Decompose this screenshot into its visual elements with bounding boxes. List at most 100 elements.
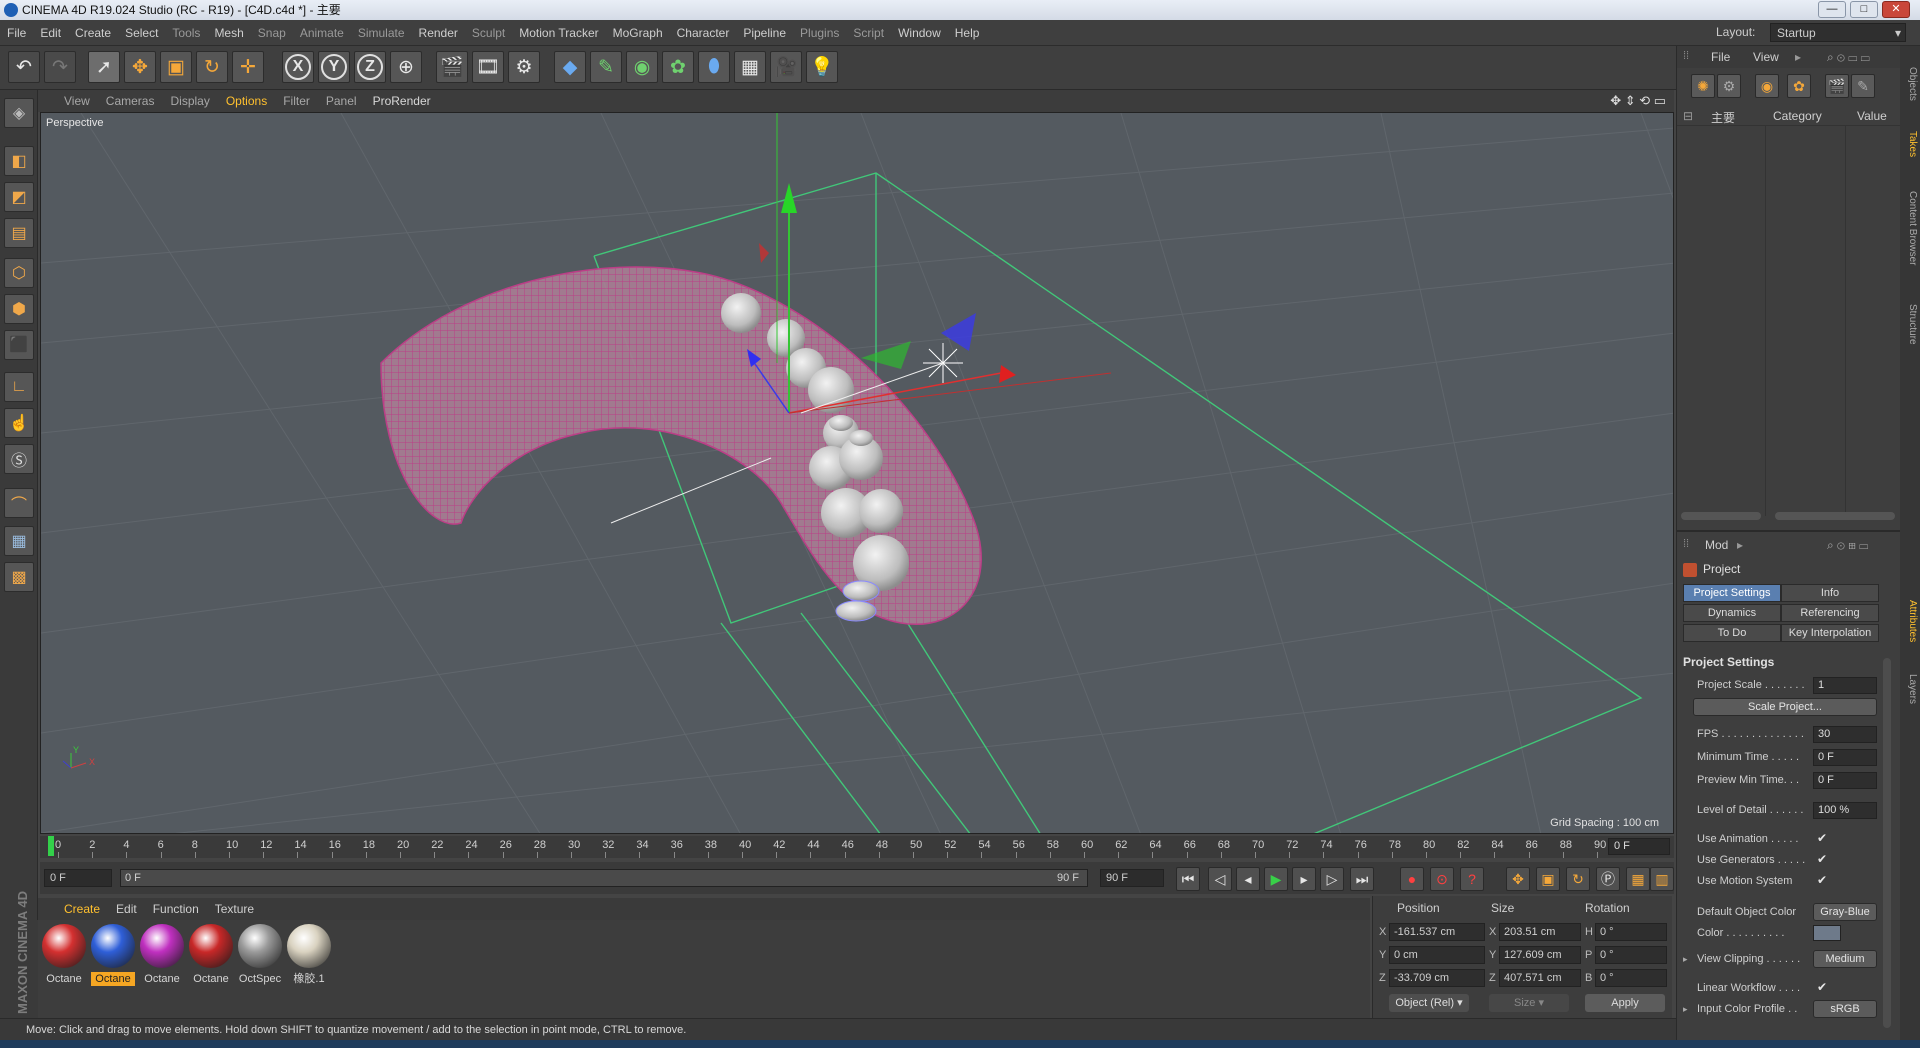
object-menu-file[interactable]: File [1711, 50, 1730, 64]
material-swatch[interactable]: Octane [91, 924, 135, 986]
column-category[interactable]: Category [1773, 109, 1822, 123]
keyframe-selection-icon[interactable]: ? [1460, 867, 1484, 891]
y-axis-lock-icon[interactable]: Y [318, 51, 350, 83]
default-object-color-dropdown[interactable]: Gray-Blue [1813, 903, 1877, 921]
material-menu-edit[interactable]: Edit [108, 898, 145, 920]
perspective-viewport[interactable]: Y X Perspective Grid Spacing : 100 cm [40, 112, 1674, 834]
z-axis-lock-icon[interactable]: Z [354, 51, 386, 83]
viewport-nav-icons[interactable]: ✥ ⇕ ⟲ ▭ [1610, 93, 1666, 109]
timeline-ruler[interactable]: 0 2 4 6 8 10 12 14 16 18 20 22 24 26 28 30 32 34 36 38 40 42 4… [40, 836, 1674, 858]
menu-character[interactable]: Character [670, 20, 737, 46]
cloner-icon[interactable]: ✿ [662, 51, 694, 83]
rot-b-field[interactable]: 0 ° [1595, 969, 1667, 987]
menu-tools[interactable]: Tools [165, 20, 207, 46]
undo-icon[interactable]: ↶ [8, 51, 40, 83]
column-value[interactable]: Value [1857, 109, 1887, 123]
expand-arrow-icon[interactable]: ▸ [1683, 1004, 1688, 1015]
record-active-icon[interactable]: ● [1400, 867, 1424, 891]
octane-render-icon[interactable]: ✺ [1691, 74, 1715, 98]
end-frame-field[interactable]: 90 F [1100, 869, 1164, 887]
material-swatch[interactable]: Octane [189, 924, 233, 986]
object-hscroll-left[interactable] [1681, 512, 1761, 520]
material-swatch[interactable]: 橡胶.1 [287, 924, 331, 986]
more-arrow-icon[interactable]: ▸ [1737, 538, 1743, 552]
use-animation-checkbox[interactable]: ✔ [1817, 831, 1827, 845]
viewport-menu-options[interactable]: Options [218, 90, 275, 112]
goto-start-icon[interactable]: ⏮ [1176, 867, 1200, 891]
octane-tools-icon[interactable]: ✎ [1851, 74, 1875, 98]
tab-dynamics[interactable]: Dynamics [1683, 604, 1781, 622]
use-motion-system-checkbox[interactable]: ✔ [1817, 873, 1827, 887]
viewport-menu-display[interactable]: Display [162, 90, 217, 112]
key-position-icon[interactable]: ✥ [1506, 867, 1530, 891]
menu-motion-tracker[interactable]: Motion Tracker [512, 20, 605, 46]
viewport-menu-filter[interactable]: Filter [275, 90, 318, 112]
key-parameter-icon[interactable]: Ⓟ [1596, 867, 1620, 891]
polygons-mode-icon[interactable]: ⬛ [4, 330, 34, 360]
render-settings-icon[interactable]: ⚙ [508, 51, 540, 83]
move-icon[interactable]: ✥ [124, 51, 156, 83]
rot-p-field[interactable]: 0 ° [1595, 946, 1667, 964]
make-editable-icon[interactable]: ◈ [4, 98, 34, 128]
autokey-icon[interactable]: ⊙ [1430, 867, 1454, 891]
attribute-nav-icons[interactable]: ⌕ ⊙ ⊞ ▭ [1827, 538, 1868, 553]
material-swatch[interactable]: Octane [140, 924, 184, 986]
planar-workplane-icon[interactable]: ▩ [4, 562, 34, 592]
pos-x-field[interactable]: -161.537 cm [1389, 923, 1485, 941]
subdivision-icon[interactable]: ◉ [626, 51, 658, 83]
menu-snap[interactable]: Snap [251, 20, 293, 46]
level-of-detail-field[interactable]: 100 % [1813, 802, 1877, 819]
tab-project-settings[interactable]: Project Settings [1683, 584, 1781, 602]
maximize-button[interactable]: □ [1850, 1, 1878, 18]
prev-frame-icon[interactable]: ◂ [1236, 867, 1260, 891]
attribute-mode-menu[interactable]: Mod [1705, 538, 1728, 552]
material-swatch[interactable]: Octane [42, 924, 86, 986]
transform-icon[interactable]: ✛ [232, 51, 264, 83]
workplane-mode-icon[interactable]: ▤ [4, 218, 34, 248]
linear-workflow-checkbox[interactable]: ✔ [1817, 980, 1827, 994]
object-hscroll-right[interactable] [1775, 512, 1895, 520]
tab-layers[interactable]: Layers [1902, 664, 1918, 714]
scale-project-button[interactable]: Scale Project... [1693, 698, 1877, 716]
input-color-profile-dropdown[interactable]: sRGB [1813, 1000, 1877, 1018]
preview-range-slider[interactable]: 0 F 90 F [120, 869, 1088, 887]
menu-sculpt[interactable]: Sculpt [465, 20, 512, 46]
rot-h-field[interactable]: 0 ° [1595, 923, 1667, 941]
material-menu-function[interactable]: Function [145, 898, 207, 920]
deformer-icon[interactable]: ⬮ [698, 51, 730, 83]
size-mode-dropdown[interactable]: Size ▾ [1489, 994, 1569, 1012]
object-manager-icons[interactable]: ⌕ ⊙ ▭ ▭ [1827, 50, 1870, 65]
more-arrow-icon[interactable]: ▸ [1795, 50, 1801, 64]
menu-mesh[interactable]: Mesh [207, 20, 250, 46]
key-pla-icon[interactable]: ▦ [1626, 867, 1650, 891]
texture-mode-icon[interactable]: ◩ [4, 182, 34, 212]
tab-structure[interactable]: Structure [1902, 292, 1918, 356]
size-x-field[interactable]: 203.51 cm [1499, 923, 1581, 941]
menu-simulate[interactable]: Simulate [351, 20, 412, 46]
octane-settings-icon[interactable]: ⚙ [1717, 74, 1741, 98]
menu-plugins[interactable]: Plugins [793, 20, 846, 46]
menu-window[interactable]: Window [891, 20, 948, 46]
preview-min-time-field[interactable]: 0 F [1813, 772, 1877, 789]
play-icon[interactable]: ▶ [1264, 867, 1288, 891]
tab-referencing[interactable]: Referencing [1781, 604, 1879, 622]
menu-mograph[interactable]: MoGraph [606, 20, 670, 46]
x-axis-lock-icon[interactable]: X [282, 51, 314, 83]
minimum-time-field[interactable]: 0 F [1813, 749, 1877, 766]
viewport-menu-panel[interactable]: Panel [318, 90, 365, 112]
render-picture-viewer-icon[interactable]: 🎞 [472, 51, 504, 83]
tab-attributes[interactable]: Attributes [1902, 586, 1918, 656]
material-menu-texture[interactable]: Texture [207, 898, 262, 920]
close-button[interactable]: ✕ [1882, 1, 1910, 18]
model-mode-icon[interactable]: ◧ [4, 146, 34, 176]
use-generators-checkbox[interactable]: ✔ [1817, 852, 1827, 866]
pos-y-field[interactable]: 0 cm [1389, 946, 1485, 964]
minimize-button[interactable]: — [1818, 1, 1846, 18]
octane-camera-icon[interactable]: 🎬 [1825, 74, 1849, 98]
apply-button[interactable]: Apply [1585, 994, 1665, 1012]
octane-live-icon[interactable]: ◉ [1755, 74, 1779, 98]
material-menu-create[interactable]: Create [56, 898, 108, 920]
current-frame-field[interactable]: 0 F [1608, 838, 1670, 855]
goto-end-icon[interactable]: ⏭ [1350, 867, 1374, 891]
size-y-field[interactable]: 127.609 cm [1499, 946, 1581, 964]
